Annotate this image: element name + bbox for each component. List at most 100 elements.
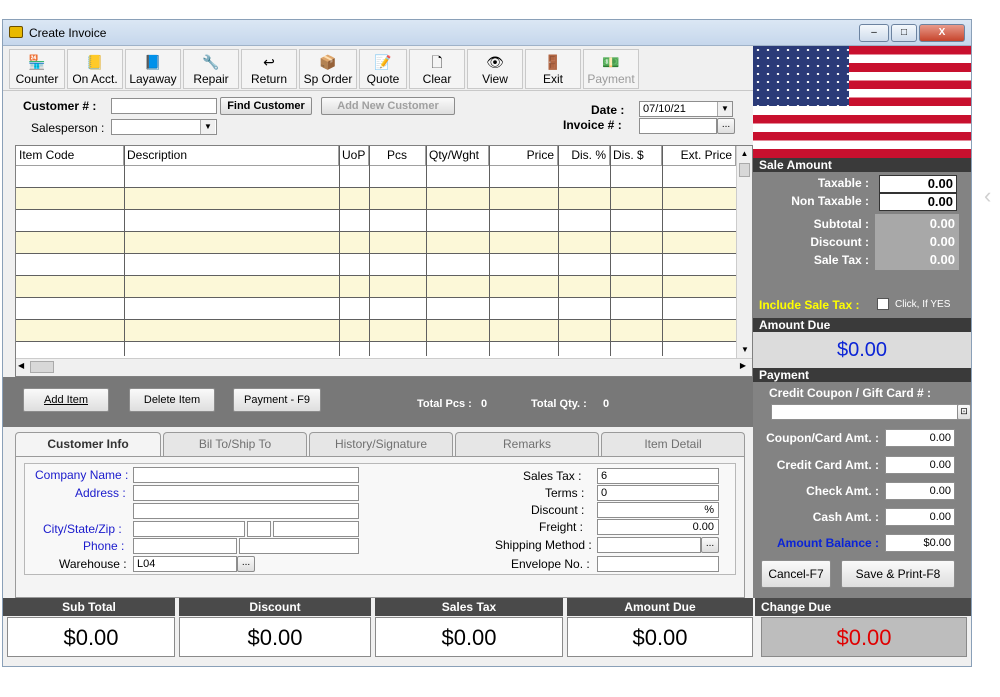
tab-bill-ship[interactable]: Bil To/Ship To	[163, 432, 307, 456]
salesperson-label: Salesperson :	[31, 121, 105, 135]
tab-customer-info[interactable]: Customer Info	[15, 432, 161, 458]
credit-card-amt-input[interactable]: 0.00	[885, 456, 955, 474]
payment-f9-button[interactable]: Payment - F9	[233, 388, 321, 412]
phone-ext-input[interactable]	[239, 538, 359, 554]
total-qty-value: 0	[603, 398, 610, 410]
shipping-method-input[interactable]	[597, 537, 701, 553]
shipping-browse-button[interactable]: ...	[701, 537, 719, 553]
delete-item-button[interactable]: Delete Item	[129, 388, 215, 412]
envelope-no-input[interactable]	[597, 556, 719, 572]
on-acct-icon: 📒	[86, 54, 104, 70]
sp-order-icon: 📦	[319, 54, 337, 70]
include-sale-tax-checkbox[interactable]	[877, 298, 889, 310]
company-name-input[interactable]	[133, 467, 359, 483]
non-taxable-label: Non Taxable :	[791, 194, 869, 208]
counter-button[interactable]: 🏪 Counter	[9, 49, 65, 89]
check-amt-label: Check Amt. :	[806, 484, 879, 498]
repair-button[interactable]: 🔧 Repair	[183, 49, 239, 89]
quote-button[interactable]: 📝 Quote	[359, 49, 407, 89]
amount-due-value: $0.00	[753, 332, 971, 368]
coupon-input[interactable]	[771, 404, 959, 420]
find-customer-button[interactable]: Find Customer	[220, 97, 312, 115]
address-line2-input[interactable]	[133, 503, 359, 519]
coupon-amt-input[interactable]: 0.00	[885, 429, 955, 447]
col-uop[interactable]: UoP	[339, 146, 369, 166]
freight-input[interactable]: 0.00	[597, 519, 719, 535]
tab-remarks[interactable]: Remarks	[455, 432, 599, 456]
col-pcs[interactable]: Pcs	[369, 146, 426, 166]
save-print-f8-button[interactable]: Save & Print-F8	[841, 560, 955, 588]
close-button[interactable]: X	[919, 24, 965, 42]
coupon-lookup-icon[interactable]: ⊡	[957, 404, 971, 420]
subtotal-footer-value: $0.00	[7, 617, 175, 657]
customer-info-box: Company Name : Address : City/State/Zip …	[24, 463, 736, 575]
cash-amt-input[interactable]: 0.00	[885, 508, 955, 526]
col-description[interactable]: Description	[124, 146, 339, 166]
cancel-f7-button[interactable]: Cancel-F7	[761, 560, 831, 588]
company-name-label: Company Name :	[35, 468, 129, 482]
col-dis-amt[interactable]: Dis. $	[610, 146, 662, 166]
address-label: Address :	[75, 486, 126, 500]
payment-toolbar-button[interactable]: 💵 Payment	[583, 49, 639, 89]
on-acct-button[interactable]: 📒 On Acct.	[67, 49, 123, 89]
us-flag-image	[753, 46, 971, 158]
line-items-grid[interactable]: Item Code Description UoP Pcs Qty/Wght P…	[15, 145, 753, 377]
zip-input[interactable]	[273, 521, 359, 537]
sales-tax-footer-header: Sales Tax	[375, 598, 563, 616]
salesperson-dropdown-icon[interactable]: ▼	[200, 120, 215, 134]
address-line1-input[interactable]	[133, 485, 359, 501]
scroll-left-icon[interactable]: ◀	[18, 361, 24, 370]
chevron-left-icon[interactable]: ‹	[984, 183, 991, 209]
clear-icon: 🗋	[431, 54, 443, 70]
scroll-right-icon[interactable]: ▶	[740, 361, 746, 370]
scroll-up-icon[interactable]: ▲	[737, 146, 752, 162]
cash-amt-label: Cash Amt. :	[812, 510, 879, 524]
sales-tax-input[interactable]: 6	[597, 468, 719, 484]
col-ext-price[interactable]: Ext. Price	[662, 146, 736, 166]
freight-label: Freight :	[539, 520, 584, 534]
sale-amount-header: Sale Amount	[753, 158, 971, 172]
scroll-down-icon[interactable]: ▼	[737, 342, 752, 358]
sale-tax-total-value: 0.00	[929, 252, 955, 267]
minimize-button[interactable]: –	[859, 24, 889, 42]
warehouse-browse-button[interactable]: ...	[237, 556, 255, 572]
customer-number-input[interactable]	[111, 98, 217, 114]
check-amt-input[interactable]: 0.00	[885, 482, 955, 500]
amount-due-footer-header: Amount Due	[567, 598, 753, 616]
toolbar-label: View	[482, 72, 508, 86]
discount-input[interactable]: %	[597, 502, 719, 518]
warehouse-input[interactable]: L04	[133, 556, 237, 572]
maximize-button[interactable]: □	[891, 24, 917, 42]
tab-history-signature[interactable]: History/Signature	[309, 432, 453, 456]
col-qty-wght[interactable]: Qty/Wght	[426, 146, 489, 166]
city-input[interactable]	[133, 521, 245, 537]
phone-input[interactable]	[133, 538, 237, 554]
grid-column-divider	[339, 146, 340, 356]
add-item-button[interactable]: Add Item	[23, 388, 109, 412]
taxable-value[interactable]: 0.00	[879, 175, 957, 193]
col-item-code[interactable]: Item Code	[16, 146, 124, 166]
state-input[interactable]	[247, 521, 271, 537]
date-dropdown-icon[interactable]: ▼	[717, 102, 732, 116]
subtotal-label: Subtotal :	[813, 217, 869, 231]
invoice-number-label: Invoice # :	[563, 118, 622, 132]
exit-button[interactable]: 🚪 Exit	[525, 49, 581, 89]
invoice-number-input[interactable]	[639, 118, 717, 134]
col-price[interactable]: Price	[489, 146, 558, 166]
toolbar-label: Layaway	[129, 72, 177, 86]
invoice-browse-button[interactable]: ...	[717, 118, 735, 134]
col-dis-pct[interactable]: Dis. %	[558, 146, 610, 166]
clear-button[interactable]: 🗋 Clear	[409, 49, 465, 89]
grid-horizontal-scrollbar[interactable]: ◀ ▶	[16, 358, 752, 376]
grid-vertical-scrollbar[interactable]: ▲ ▼	[736, 146, 752, 358]
add-new-customer-button[interactable]: Add New Customer	[321, 97, 455, 115]
window-title: Create Invoice	[29, 26, 107, 40]
discount-footer-header: Discount	[179, 598, 371, 616]
non-taxable-value[interactable]: 0.00	[879, 193, 957, 211]
sp-order-button[interactable]: 📦 Sp Order	[299, 49, 357, 89]
layaway-button[interactable]: 📘 Layaway	[125, 49, 181, 89]
return-button[interactable]: ↩ Return	[241, 49, 297, 89]
terms-input[interactable]: 0	[597, 485, 719, 501]
tab-item-detail[interactable]: Item Detail	[601, 432, 745, 456]
view-button[interactable]: 👁 View	[467, 49, 523, 89]
